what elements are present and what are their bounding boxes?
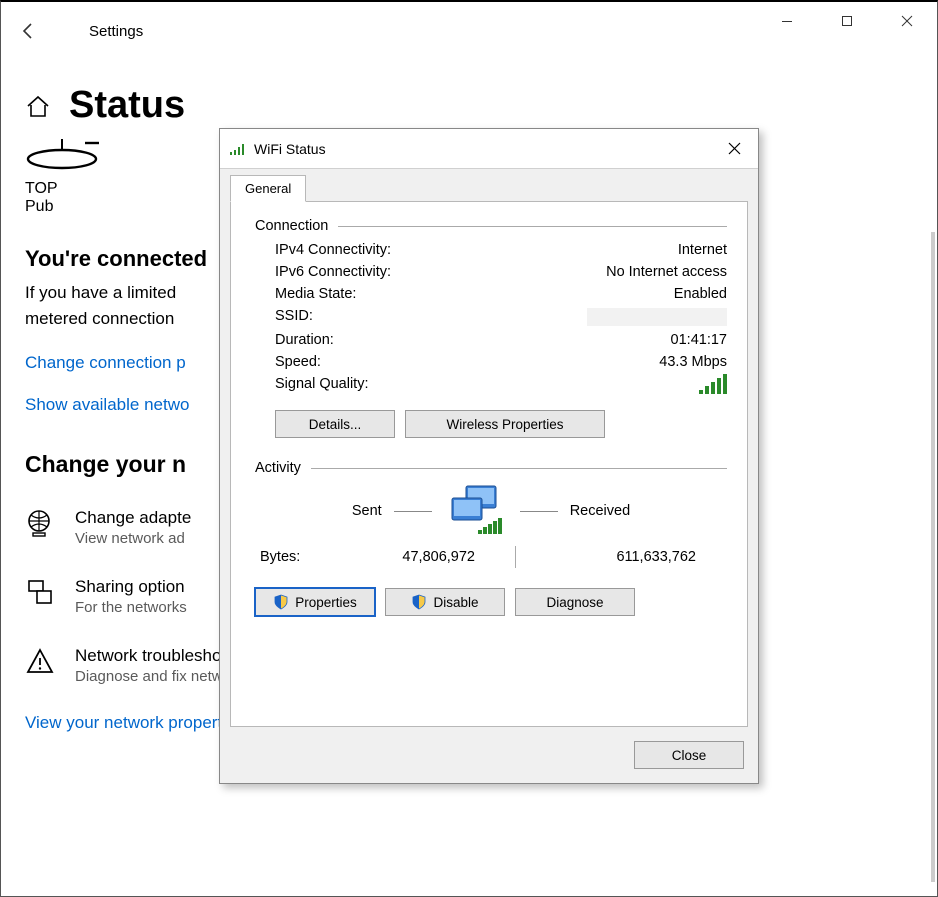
- dialog-titlebar[interactable]: WiFi Status: [220, 129, 758, 169]
- diagnose-button[interactable]: Diagnose: [515, 588, 635, 616]
- wifi-icon: [230, 142, 246, 156]
- ssid-label: SSID:: [275, 308, 313, 326]
- tab-strip: General: [220, 169, 758, 201]
- wifi-status-dialog: WiFi Status General Connection IPv4 Conn…: [219, 128, 759, 784]
- ssid-row: SSID:: [275, 308, 727, 326]
- settings-app-title: Settings: [89, 23, 143, 40]
- sent-label: Sent: [352, 503, 382, 519]
- signal-bars-icon: [699, 376, 727, 398]
- media-row: Media State: Enabled: [275, 286, 727, 302]
- signal-label: Signal Quality:: [275, 376, 369, 398]
- close-button[interactable]: Close: [634, 741, 744, 769]
- bytes-sent-value: 47,806,972: [335, 549, 475, 565]
- status-title-row: Status: [1, 60, 937, 127]
- group-activity: Activity: [255, 460, 727, 476]
- dialog-title: WiFi Status: [254, 141, 326, 157]
- bytes-row: Bytes: 47,806,972 611,633,762: [255, 546, 727, 568]
- tab-general[interactable]: General: [230, 175, 306, 202]
- row-title: Change adapte: [75, 508, 191, 528]
- settings-titlebar: Settings: [1, 2, 937, 60]
- speed-value: 43.3 Mbps: [659, 354, 727, 370]
- home-icon[interactable]: [25, 93, 51, 119]
- details-button[interactable]: Details...: [275, 410, 395, 438]
- ipv4-label: IPv4 Connectivity:: [275, 242, 391, 258]
- row-sub: View network ad: [75, 530, 191, 547]
- duration-value: 01:41:17: [671, 332, 727, 348]
- bytes-received-value: 611,633,762: [556, 549, 696, 565]
- duration-label: Duration:: [275, 332, 334, 348]
- scrollbar[interactable]: [931, 232, 935, 882]
- row-title: Sharing option: [75, 577, 187, 597]
- bytes-label: Bytes:: [260, 549, 335, 565]
- page-title: Status: [69, 84, 185, 127]
- minimize-button[interactable]: [757, 2, 817, 40]
- globe-icon: [25, 508, 55, 538]
- ipv6-label: IPv6 Connectivity:: [275, 264, 391, 280]
- signal-row: Signal Quality:: [275, 376, 727, 398]
- media-label: Media State:: [275, 286, 356, 302]
- close-window-button[interactable]: [877, 2, 937, 40]
- dialog-close-button[interactable]: [720, 135, 748, 163]
- speed-label: Speed:: [275, 354, 321, 370]
- disable-button[interactable]: Disable: [385, 588, 505, 616]
- ipv6-row: IPv6 Connectivity: No Internet access: [275, 264, 727, 280]
- wireless-properties-button[interactable]: Wireless Properties: [405, 410, 605, 438]
- received-label: Received: [570, 503, 630, 519]
- maximize-button[interactable]: [817, 2, 877, 40]
- shield-icon: [411, 594, 427, 610]
- media-value: Enabled: [674, 286, 727, 302]
- properties-button[interactable]: Properties: [255, 588, 375, 616]
- row-sub: For the networks: [75, 599, 187, 616]
- warning-icon: [25, 646, 55, 676]
- shield-icon: [273, 594, 289, 610]
- monitor-icon: [444, 484, 508, 538]
- speed-row: Speed: 43.3 Mbps: [275, 354, 727, 370]
- dialog-body: Connection IPv4 Connectivity: Internet I…: [230, 201, 748, 727]
- ipv4-value: Internet: [678, 242, 727, 258]
- ssid-value: [587, 308, 727, 326]
- back-icon[interactable]: [17, 19, 41, 43]
- duration-row: Duration: 01:41:17: [275, 332, 727, 348]
- printer-icon: [25, 577, 55, 607]
- separator: [515, 546, 516, 568]
- ipv6-value: No Internet access: [606, 264, 727, 280]
- group-connection: Connection: [255, 218, 727, 234]
- activity-graphic: Sent Received: [255, 484, 727, 538]
- ipv4-row: IPv4 Connectivity: Internet: [275, 242, 727, 258]
